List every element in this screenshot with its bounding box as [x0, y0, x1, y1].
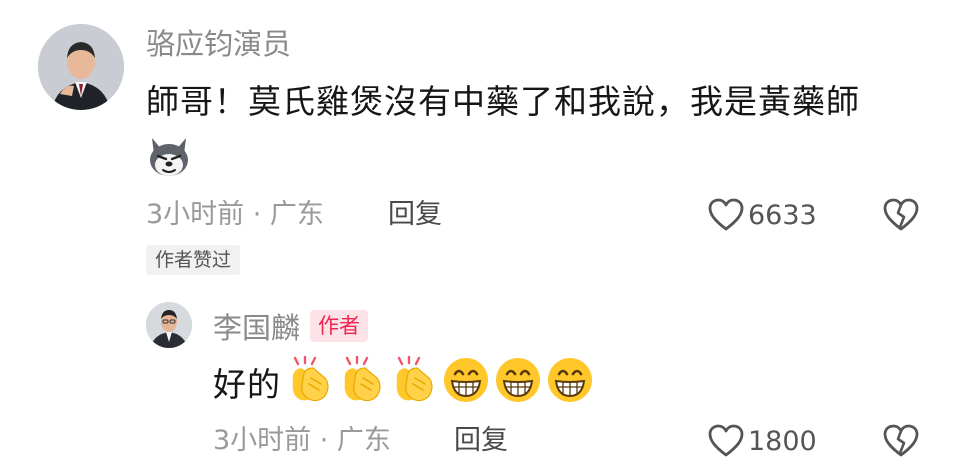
grinning-face-icon — [493, 356, 543, 408]
clapping-hands-icon — [337, 354, 387, 408]
husky-emoji-icon — [146, 134, 192, 178]
avatar[interactable] — [38, 24, 124, 110]
comment-text: 師哥！莫氏雞煲沒有中藥了和我說，我是黃藥師 — [146, 82, 860, 121]
author-tag: 作者 — [310, 310, 369, 342]
reply-avatar-portrait-icon — [146, 302, 192, 348]
comment-time-location: 3小时前 · 广东 — [146, 199, 324, 230]
comment-dislike-button[interactable] — [883, 198, 919, 232]
grinning-face-icon — [441, 356, 491, 408]
reply-author-name[interactable]: 李国麟 — [213, 305, 300, 347]
reply-author-row: 李国麟 作者 — [213, 305, 369, 347]
reply-reply-button[interactable]: 回复 — [454, 424, 508, 458]
reply-avatar[interactable] — [146, 302, 192, 348]
comment-reply-button[interactable]: 回复 — [388, 198, 442, 232]
comment-author-name[interactable]: 骆应钧演员 — [146, 26, 291, 62]
reply-like-count: 1800 — [748, 425, 817, 457]
clapping-hands-icon — [285, 354, 335, 408]
reply-text: 好的 — [213, 365, 281, 404]
heart-icon — [708, 198, 744, 231]
comment-like-button[interactable]: 6633 — [708, 196, 817, 234]
broken-heart-icon — [883, 198, 919, 231]
reply-text-row: 好的 — [213, 354, 595, 408]
heart-icon — [708, 424, 744, 457]
reply-time-location: 3小时前 · 广东 — [213, 425, 391, 456]
author-liked-badge: 作者赞过 — [146, 245, 241, 275]
clapping-hands-icon — [389, 354, 439, 408]
reply-like-button[interactable]: 1800 — [708, 422, 817, 460]
avatar-portrait-icon — [38, 24, 124, 110]
broken-heart-icon — [883, 424, 919, 457]
grinning-face-icon — [545, 356, 595, 408]
comment-like-count: 6633 — [748, 199, 817, 231]
reply-dislike-button[interactable] — [883, 424, 919, 458]
